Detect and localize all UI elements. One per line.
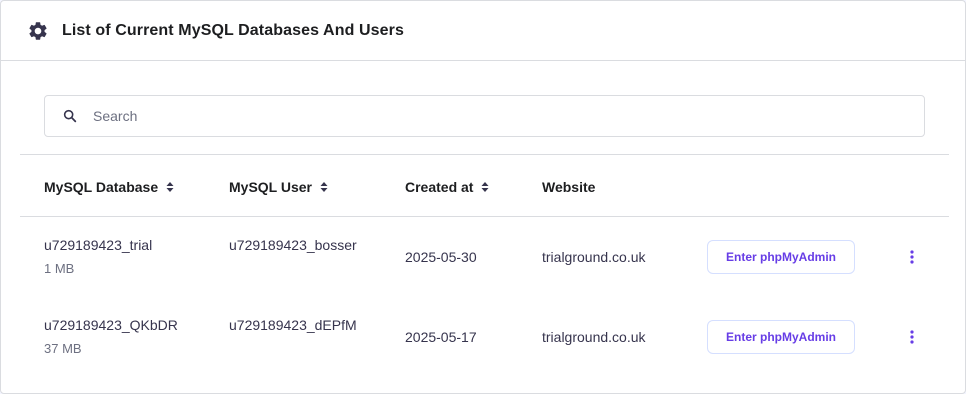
column-header-user[interactable]: MySQL User [229, 179, 328, 195]
sort-icon[interactable] [481, 181, 489, 193]
search-input[interactable] [93, 96, 913, 136]
kebab-menu-icon[interactable] [903, 247, 921, 267]
search-box[interactable] [44, 95, 925, 137]
database-name: u729189423_trial [44, 237, 153, 253]
sort-icon[interactable] [320, 181, 328, 193]
enter-phpmyadmin-button[interactable]: Enter phpMyAdmin [707, 320, 855, 354]
divider [20, 216, 949, 217]
website-cell: trialground.co.uk [542, 249, 646, 265]
databases-card: List of Current MySQL Databases And User… [0, 0, 966, 394]
sort-icon[interactable] [166, 181, 174, 193]
column-header-website: Website [542, 179, 595, 195]
database-size: 1 MB [44, 261, 75, 276]
card-header: List of Current MySQL Databases And User… [1, 1, 965, 61]
user-cell: u729189423_dEPfM [229, 317, 357, 333]
card-title: List of Current MySQL Databases And User… [62, 21, 404, 39]
column-header-label: Website [542, 179, 596, 195]
website-cell: trialground.co.uk [542, 329, 646, 345]
column-header-label: MySQL Database [44, 179, 159, 195]
column-header-database[interactable]: MySQL Database [44, 179, 174, 195]
user-cell: u729189423_bosser [229, 237, 357, 253]
created-cell: 2025-05-17 [405, 329, 477, 345]
database-cell: u729189423_trial 1 MB [44, 233, 152, 281]
database-name: u729189423_QKbDR [44, 317, 178, 333]
database-size: 37 MB [44, 341, 82, 356]
column-header-label: Created at [405, 179, 474, 195]
enter-phpmyadmin-button[interactable]: Enter phpMyAdmin [707, 240, 855, 274]
divider [20, 154, 949, 155]
gear-icon [27, 20, 49, 42]
kebab-menu-icon[interactable] [903, 327, 921, 347]
database-cell: u729189423_QKbDR 37 MB [44, 313, 178, 361]
created-cell: 2025-05-30 [405, 249, 477, 265]
column-header-label: MySQL User [229, 179, 312, 195]
column-header-created[interactable]: Created at [405, 179, 489, 195]
search-icon [62, 108, 78, 124]
